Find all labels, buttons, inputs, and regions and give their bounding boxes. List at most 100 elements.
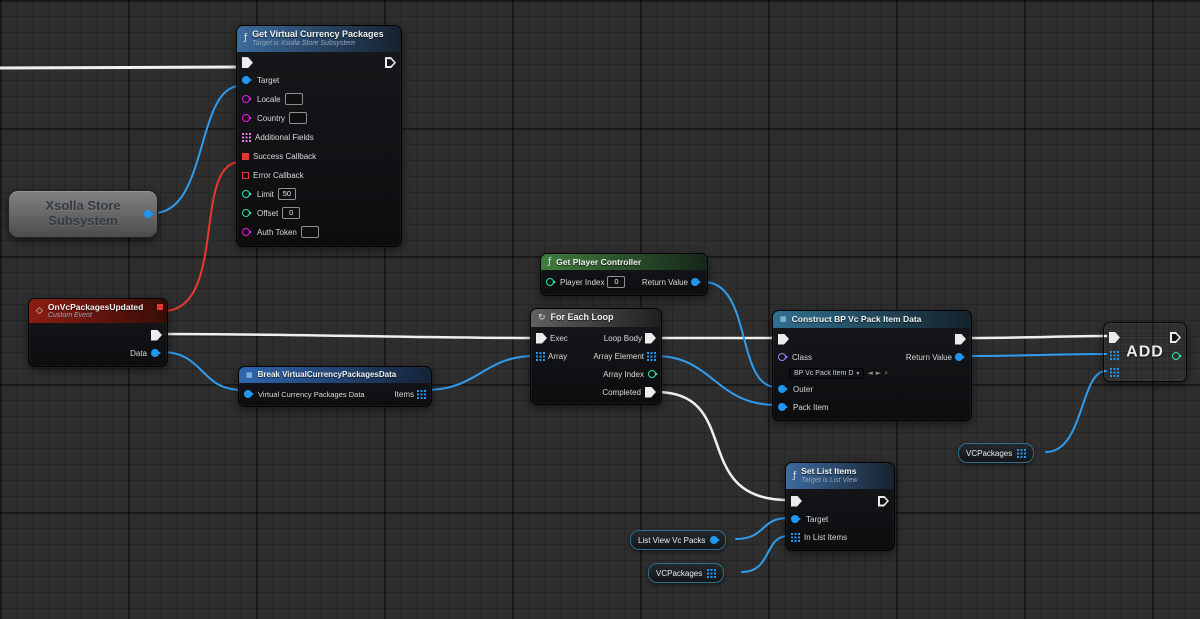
wire-listview-to-target[interactable]	[736, 518, 788, 539]
pack-item-pin[interactable]	[778, 403, 786, 411]
loop-body-pin-label: Loop Body	[604, 334, 642, 343]
return-value-pin[interactable]	[691, 278, 699, 286]
node-get-player-controller[interactable]: ƒ Get Player Controller Player Index 0 R…	[540, 253, 708, 296]
node-construct-bp-vc-pack-item-data[interactable]: ▦ Construct BP Vc Pack Item Data Class R…	[772, 310, 972, 421]
error-callback-pin[interactable]	[242, 172, 249, 179]
node-header[interactable]: ↻ For Each Loop	[531, 309, 661, 327]
xsolla-label-line2: Subsystem	[45, 214, 120, 229]
auth-token-input[interactable]	[301, 226, 319, 238]
pack-item-pin-label: Pack Item	[793, 403, 829, 412]
success-callback-pin[interactable]	[242, 153, 249, 160]
xsolla-label-line1: Xsolla Store	[45, 199, 120, 214]
wire-controller-to-outer[interactable]	[704, 282, 776, 387]
node-header[interactable]: ▦ Break VirtualCurrencyPackagesData	[239, 367, 431, 383]
class-select[interactable]: BP Vc Pack Item D ▾	[789, 368, 864, 379]
offset-pin-label: Offset	[257, 209, 278, 218]
node-on-vc-packages-updated[interactable]: ◇ OnVcPackagesUpdated Custom Event Data	[28, 298, 168, 367]
wire-exec-entry[interactable]	[0, 67, 240, 68]
vcpackages-output-pin[interactable]	[1017, 449, 1026, 458]
variable-node-vcpackages-upper[interactable]: VCPackages	[958, 443, 1034, 463]
node-title: OnVcPackagesUpdated	[48, 302, 143, 313]
struct-input-pin[interactable]	[244, 390, 252, 398]
class-next-icon[interactable]: ►	[876, 370, 881, 377]
list-view-output-pin[interactable]	[710, 536, 718, 544]
delegate-output-pin[interactable]	[157, 304, 163, 310]
exec-out-pin[interactable]	[1170, 332, 1181, 343]
limit-pin[interactable]	[242, 190, 250, 198]
locale-input[interactable]	[285, 93, 303, 105]
node-set-list-items[interactable]: ƒ Set List Items Target is List View Tar…	[785, 462, 895, 551]
items-pin[interactable]	[417, 390, 426, 399]
node-title: Set List Items	[801, 466, 857, 477]
vcpackages-output-pin[interactable]	[707, 569, 716, 578]
exec-in-pin[interactable]	[778, 334, 789, 345]
exec-in-pin[interactable]	[1109, 332, 1120, 343]
array-pin[interactable]	[536, 352, 545, 361]
node-subtitle: Target is Xsolla Store Subsystem	[252, 40, 383, 48]
in-list-items-pin[interactable]	[791, 533, 800, 542]
function-icon: ƒ	[793, 472, 796, 481]
wire-xsolla-to-target[interactable]	[154, 86, 240, 213]
blueprint-graph-canvas[interactable]: ƒ Get Virtual Currency Packages Target i…	[0, 0, 1200, 619]
exec-out-pin[interactable]	[878, 496, 889, 507]
offset-pin[interactable]	[242, 209, 250, 217]
exec-out-pin[interactable]	[151, 330, 162, 341]
wire-construct-to-add-exec[interactable]	[968, 336, 1106, 338]
target-array-pin[interactable]	[1110, 351, 1119, 360]
wire-completed-to-setlistitems-exec[interactable]	[656, 392, 788, 500]
exec-in-pin[interactable]	[791, 496, 802, 507]
node-header[interactable]: ◇ OnVcPackagesUpdated Custom Event	[29, 299, 167, 323]
wire-data-to-break[interactable]	[162, 352, 242, 390]
node-array-add[interactable]: ADD	[1103, 322, 1187, 382]
offset-input[interactable]: 0	[282, 207, 300, 219]
node-header[interactable]: ƒ Set List Items Target is List View	[786, 463, 894, 489]
node-header[interactable]: ƒ Get Player Controller	[541, 254, 707, 270]
class-browse-icon[interactable]: ⌕	[884, 370, 888, 377]
variable-node-vcpackages-lower[interactable]: VCPackages	[648, 563, 724, 583]
country-pin-label: Country	[257, 114, 285, 123]
wire-returnvalue-to-add[interactable]	[968, 354, 1106, 356]
data-pin[interactable]	[151, 349, 159, 357]
return-index-pin[interactable]	[1172, 352, 1180, 360]
player-index-pin[interactable]	[546, 278, 554, 286]
exec-pin-label: Exec	[550, 334, 568, 343]
xsolla-output-pin[interactable]	[144, 210, 152, 218]
target-pin[interactable]	[791, 515, 799, 523]
completed-pin[interactable]	[645, 387, 656, 398]
wire-delegate-to-success-callback[interactable]	[163, 162, 240, 311]
node-xsolla-store-subsystem[interactable]: Xsolla Store Subsystem	[8, 190, 158, 238]
exec-in-pin[interactable]	[536, 333, 547, 344]
wire-items-to-array[interactable]	[426, 356, 534, 390]
limit-input[interactable]: 50	[278, 188, 296, 200]
exec-out-pin[interactable]	[385, 57, 396, 68]
country-pin[interactable]	[242, 114, 250, 122]
wire-element-to-packitem[interactable]	[656, 356, 776, 405]
locale-pin[interactable]	[242, 95, 250, 103]
variable-node-list-view-vc-packs[interactable]: List View Vc Packs	[630, 530, 726, 550]
loop-body-pin[interactable]	[645, 333, 656, 344]
array-element-pin[interactable]	[647, 352, 656, 361]
array-index-pin[interactable]	[648, 370, 656, 378]
wire-event-to-foreach-exec[interactable]	[162, 334, 534, 338]
class-prev-icon[interactable]: ◄	[867, 370, 872, 377]
wire-vcpackages-to-add[interactable]	[1046, 371, 1106, 452]
variable-label: List View Vc Packs	[638, 536, 705, 545]
outer-pin[interactable]	[778, 385, 786, 393]
node-break-virtual-currency-packages-data[interactable]: ▦ Break VirtualCurrencyPackagesData Virt…	[238, 366, 432, 407]
country-input[interactable]	[289, 112, 307, 124]
new-item-pin[interactable]	[1110, 368, 1119, 377]
target-pin[interactable]	[242, 76, 250, 84]
additional-fields-pin[interactable]	[242, 133, 251, 142]
node-header[interactable]: ƒ Get Virtual Currency Packages Target i…	[237, 26, 401, 52]
node-header[interactable]: ▦ Construct BP Vc Pack Item Data	[773, 311, 971, 328]
return-value-pin[interactable]	[955, 353, 963, 361]
node-get-virtual-currency-packages[interactable]: ƒ Get Virtual Currency Packages Target i…	[236, 25, 402, 247]
class-pin-label: Class	[792, 353, 812, 362]
exec-in-pin[interactable]	[242, 57, 253, 68]
wire-vcpackages-to-inlistitems[interactable]	[742, 536, 788, 572]
exec-out-pin[interactable]	[955, 334, 966, 345]
node-for-each-loop[interactable]: ↻ For Each Loop Exec Loop Body Array	[530, 308, 662, 405]
auth-token-pin[interactable]	[242, 228, 250, 236]
player-index-input[interactable]: 0	[607, 276, 625, 288]
class-pin[interactable]	[778, 353, 786, 361]
